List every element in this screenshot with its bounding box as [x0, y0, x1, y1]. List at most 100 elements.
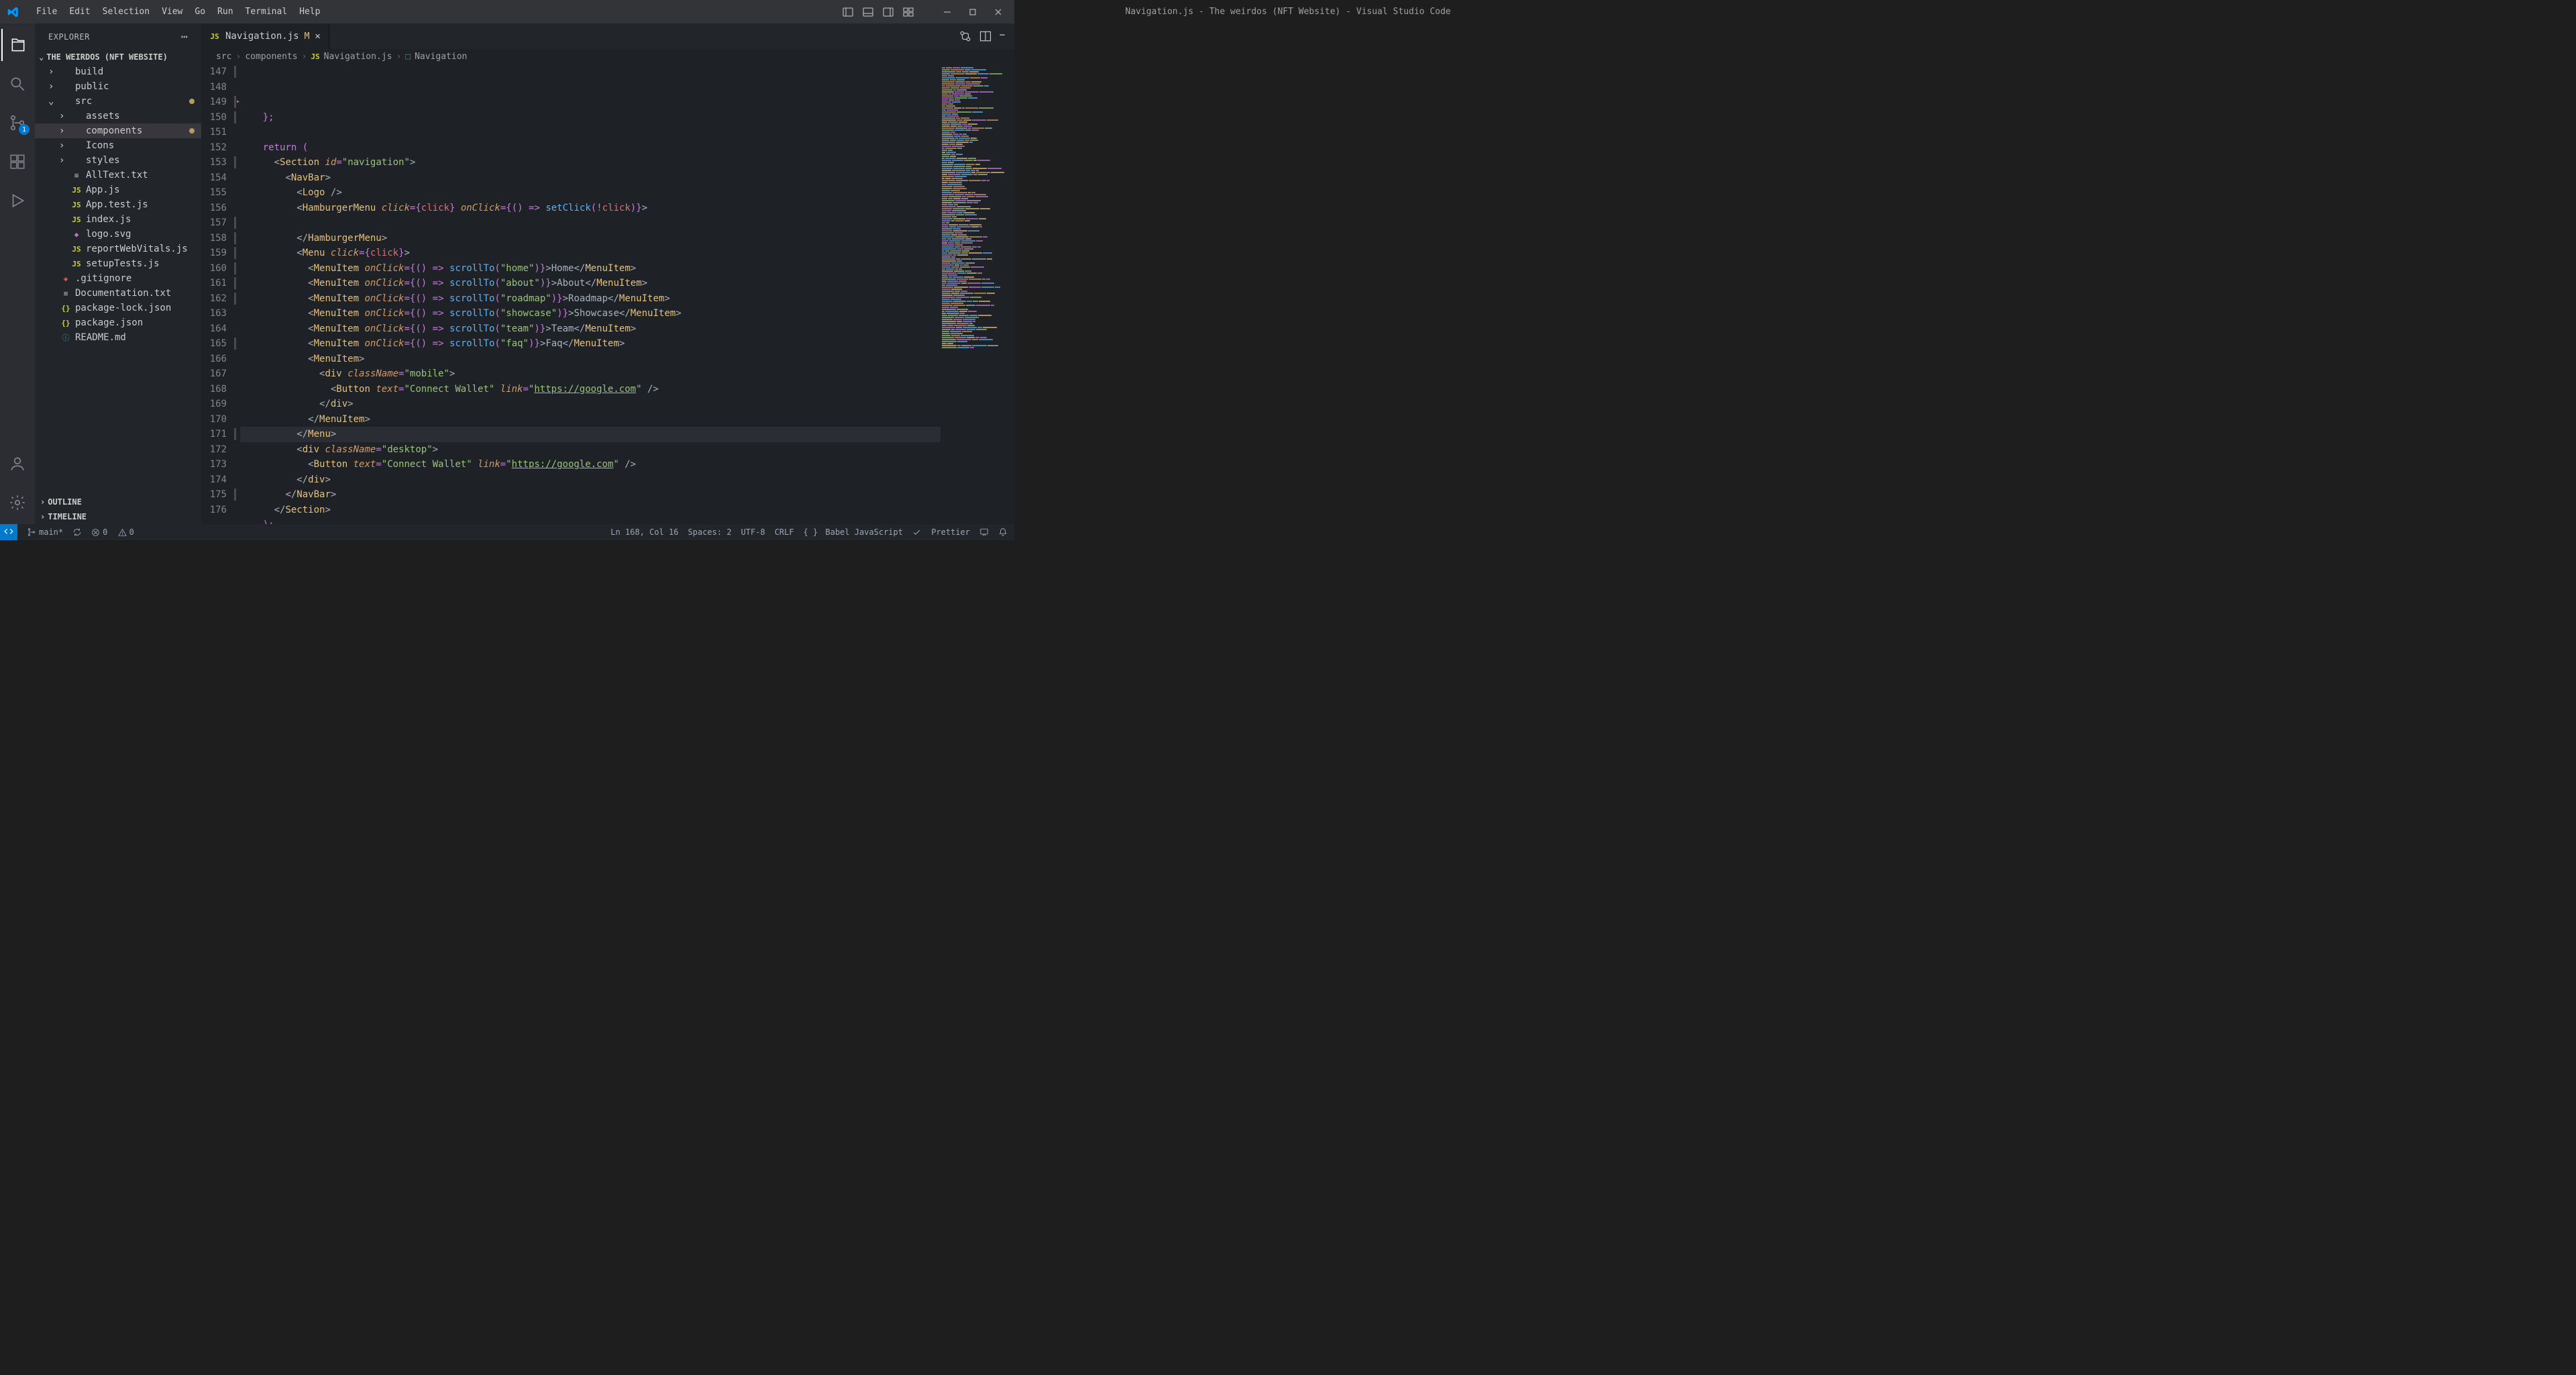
code-editor[interactable]: ▸ }; return ( <Section id="navigation"> … [240, 64, 941, 524]
feedback-status[interactable] [979, 527, 989, 537]
menu-terminal[interactable]: Terminal [240, 4, 293, 19]
folder-icon [71, 125, 82, 136]
folder-icon [60, 96, 71, 107]
settings-activity[interactable] [1, 487, 34, 519]
titlebar: FileEditSelectionViewGoRunTerminalHelp N… [0, 0, 1014, 23]
notifications-status[interactable] [998, 527, 1008, 537]
js-icon: JS [71, 214, 82, 225]
outline-section[interactable]: ›OUTLINE [35, 495, 201, 509]
menu-run[interactable]: Run [212, 4, 238, 19]
git-branch-status[interactable]: main* [27, 527, 63, 537]
git-icon: ◈ [60, 273, 71, 284]
symbol-variable-icon: ⬚ [405, 52, 411, 62]
more-actions-icon[interactable]: ⋯ [1000, 30, 1005, 42]
indentation-status[interactable]: Spaces: 2 [688, 527, 731, 537]
tree-item-reportwebvitals-js[interactable]: JSreportWebVitals.js [35, 242, 201, 256]
tree-item-styles[interactable]: ›styles [35, 153, 201, 168]
minimap[interactable] [941, 64, 1014, 524]
tree-item-components[interactable]: ›components [35, 123, 201, 138]
layout-panel-bottom-icon[interactable] [860, 4, 876, 20]
folder-icon [71, 140, 82, 151]
editor-tab-navigation[interactable]: JS Navigation.js M ✕ [201, 23, 329, 49]
modified-indicator [189, 128, 195, 134]
tree-item-package-lock-json[interactable]: {}package-lock.json [35, 301, 201, 315]
run-debug-activity[interactable] [1, 185, 34, 217]
chevron-icon: › [59, 140, 67, 151]
layout-panel-left-icon[interactable] [840, 4, 856, 20]
remote-indicator[interactable] [0, 524, 17, 540]
chevron-down-icon: ⌄ [39, 52, 44, 62]
explorer-sidebar: EXPLORER ⋯ ⌄ THE WEIRDOS (NFT WEBSITE) ›… [35, 23, 201, 524]
extensions-activity[interactable] [1, 146, 34, 178]
tree-item--gitignore[interactable]: ◈.gitignore [35, 271, 201, 286]
menu-file[interactable]: File [31, 4, 62, 19]
timeline-section[interactable]: ›TIMELINE [35, 509, 201, 524]
js-icon: JS [71, 199, 82, 210]
error-marker-icon: ▸ [236, 95, 240, 110]
svg-icon: ◆ [71, 229, 82, 240]
json-icon: {} [60, 303, 71, 313]
tree-item-alltext-txt[interactable]: ≡AllText.txt [35, 168, 201, 183]
compare-changes-icon[interactable] [959, 30, 971, 42]
tree-item-src[interactable]: ⌄src [35, 94, 201, 109]
modified-indicator [189, 99, 195, 104]
folder-icon [71, 155, 82, 166]
layout-panel-right-icon[interactable] [880, 4, 896, 20]
tree-item-icons[interactable]: ›Icons [35, 138, 201, 153]
scm-badge: 1 [19, 124, 30, 135]
activity-bar: 1 [0, 23, 35, 524]
eol-status[interactable]: CRLF [775, 527, 794, 537]
menu-edit[interactable]: Edit [64, 4, 95, 19]
chevron-icon: › [48, 66, 56, 77]
json-icon: {} [60, 317, 71, 328]
tree-item-index-js[interactable]: JSindex.js [35, 212, 201, 227]
window-title: Navigation.js - The weirdos (NFT Website… [1125, 7, 1450, 17]
encoding-status[interactable]: UTF-8 [741, 527, 765, 537]
chevron-icon: › [59, 125, 67, 136]
workspace-folder-header[interactable]: ⌄ THE WEIRDOS (NFT WEBSITE) [35, 50, 201, 64]
sidebar-more-icon[interactable]: ⋯ [181, 30, 188, 43]
js-file-icon: JS [311, 52, 319, 61]
close-button[interactable] [987, 4, 1009, 20]
tree-item-app-js[interactable]: JSApp.js [35, 183, 201, 197]
menu-go[interactable]: Go [189, 4, 211, 19]
explorer-activity[interactable] [1, 29, 34, 61]
accounts-activity[interactable] [1, 448, 34, 480]
layout-grid-icon[interactable] [900, 4, 916, 20]
tree-item-documentation-txt[interactable]: ≡Documentation.txt [35, 286, 201, 301]
js-icon: JS [71, 244, 82, 254]
problems-status[interactable]: 0 0 [91, 527, 134, 537]
tree-item-setuptests-js[interactable]: JSsetupTests.js [35, 256, 201, 271]
line-number-gutter[interactable]: 1471481491501511521531541551561571581591… [201, 64, 240, 524]
js-icon: JS [71, 258, 82, 269]
chevron-icon: ⌄ [48, 96, 56, 107]
tree-item-app-test-js[interactable]: JSApp.test.js [35, 197, 201, 212]
txt-icon: ≡ [71, 170, 82, 181]
tab-modified-indicator: M [305, 32, 310, 42]
split-editor-icon[interactable] [979, 30, 991, 42]
menu-selection[interactable]: Selection [97, 4, 155, 19]
tree-item-public[interactable]: ›public [35, 79, 201, 94]
vscode-icon [5, 4, 21, 20]
tab-close-icon[interactable]: ✕ [315, 31, 320, 42]
maximize-button[interactable] [962, 4, 983, 20]
tree-item-logo-svg[interactable]: ◆logo.svg [35, 227, 201, 242]
chevron-icon: › [48, 81, 56, 92]
menu-view[interactable]: View [156, 4, 188, 19]
source-control-activity[interactable]: 1 [1, 107, 34, 139]
tab-filename: Navigation.js [225, 31, 299, 42]
tree-item-assets[interactable]: ›assets [35, 109, 201, 123]
prettier-status[interactable]: Prettier [912, 527, 970, 537]
chevron-right-icon: › [40, 512, 45, 521]
minimize-button[interactable] [936, 4, 958, 20]
breadcrumbs[interactable]: src› components› JS Navigation.js› ⬚ Nav… [201, 49, 1014, 64]
tree-item-package-json[interactable]: {}package.json [35, 315, 201, 330]
tree-item-build[interactable]: ›build [35, 64, 201, 79]
cursor-position-status[interactable]: Ln 168, Col 16 [610, 527, 678, 537]
status-bar: main* 0 0 Ln 168, Col 16 Spaces: 2 UTF-8… [0, 524, 1014, 540]
language-mode-status[interactable]: { } Babel JavaScript [803, 527, 903, 537]
menu-help[interactable]: Help [294, 4, 325, 19]
sync-status[interactable] [72, 527, 82, 537]
tree-item-readme-md[interactable]: ⓘREADME.md [35, 330, 201, 345]
search-activity[interactable] [1, 68, 34, 100]
